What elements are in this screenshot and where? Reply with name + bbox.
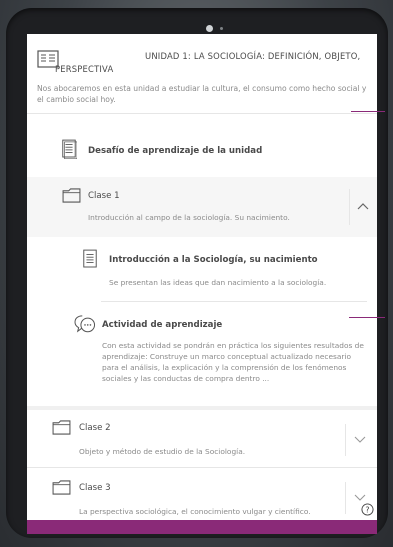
help-icon[interactable]: ? (361, 503, 374, 516)
class-2-subtitle: Objeto y método de estudio de la Sociolo… (79, 447, 246, 456)
accent-line-top (351, 111, 385, 112)
document-icon (62, 139, 77, 159)
chevron-down-icon[interactable] (354, 494, 366, 502)
folder-icon (62, 188, 81, 203)
challenge-label: Desafío de aprendizaje de la unidad (88, 146, 263, 156)
folder-icon (52, 480, 71, 495)
unit-description: Nos abocaremos en esta unidad a estudiar… (37, 84, 367, 104)
accent-bar (27, 520, 377, 534)
activity-item[interactable]: Actividad de aprendizaje Con esta activi… (27, 303, 377, 406)
unit-header: UNIDAD 1: LA SOCIOLOGÍA: DEFINICIÓN, OBJ… (27, 34, 377, 114)
unit-title-line1: UNIDAD 1: LA SOCIOLOGÍA: DEFINICIÓN, OBJ… (145, 51, 361, 61)
class-3-divider (345, 482, 346, 514)
class-1-label: Clase 1 (88, 191, 120, 201)
lesson-title: Introducción a la Sociología, su nacimie… (109, 255, 318, 265)
lesson-divider (101, 301, 367, 302)
class-3-subtitle: La perspectiva sociológica, el conocimie… (79, 507, 311, 516)
class-1-subtitle: Introducción al campo de la sociología. … (88, 213, 290, 222)
document-icon (83, 249, 97, 268)
class-1-header[interactable]: Clase 1 Introducción al campo de la soci… (27, 177, 377, 237)
chat-bubble-icon (74, 315, 96, 333)
class-2-header[interactable]: Clase 2 Objeto y método de estudio de la… (27, 410, 377, 468)
lesson-subtitle: Se presentan las ideas que dan nacimient… (109, 278, 327, 287)
activity-title: Actividad de aprendizaje (102, 320, 223, 330)
course-content-screen: UNIDAD 1: LA SOCIOLOGÍA: DEFINICIÓN, OBJ… (27, 34, 377, 532)
chevron-down-icon[interactable] (354, 436, 366, 444)
class-2-label: Clase 2 (79, 423, 111, 433)
activity-description: Con esta actividad se pondrán en práctic… (102, 341, 364, 383)
unit-title: UNIDAD 1: LA SOCIOLOGÍA: DEFINICIÓN, OBJ… (55, 50, 369, 76)
sensor-dot (220, 27, 223, 30)
class-3-label: Clase 3 (79, 483, 111, 493)
class-2-divider (345, 424, 346, 456)
folder-icon (52, 420, 71, 435)
unit-title-line2: PERSPECTIVA (55, 64, 114, 74)
lesson-item[interactable]: Introducción a la Sociología, su nacimie… (27, 238, 377, 302)
svg-text:?: ? (365, 505, 369, 514)
camera-dot (206, 25, 213, 32)
accent-line-mid (349, 317, 385, 318)
chevron-up-icon[interactable] (357, 202, 369, 210)
challenge-item[interactable]: Desafío de aprendizaje de la unidad (27, 115, 377, 177)
class-1-divider (349, 189, 350, 225)
